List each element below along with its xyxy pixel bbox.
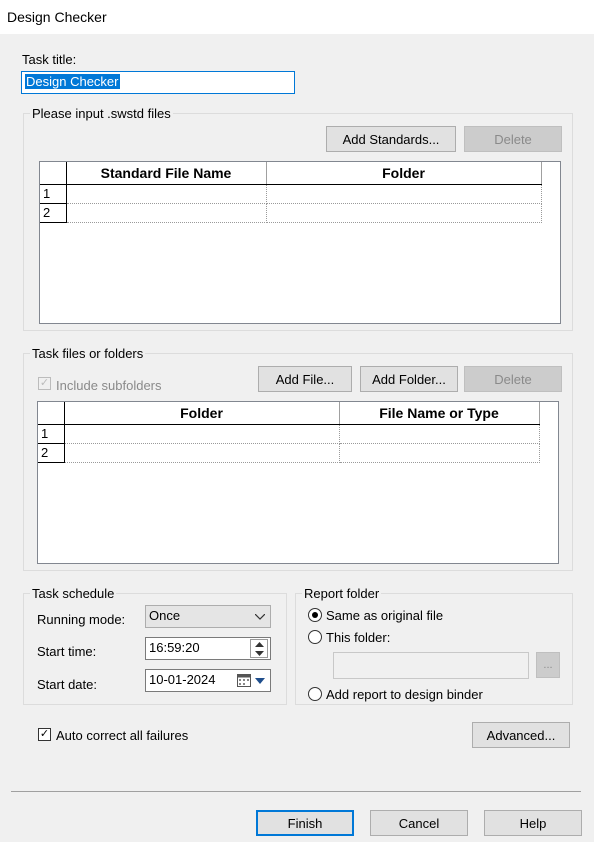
running-mode-select[interactable]: Once xyxy=(145,605,271,628)
standards-group-title: Please input .swstd files xyxy=(30,106,173,121)
help-button[interactable]: Help xyxy=(484,810,582,836)
task-title-value: Design Checker xyxy=(25,74,120,89)
delete-task-files-button[interactable]: Delete xyxy=(464,366,562,392)
cell-file-name[interactable] xyxy=(339,424,540,444)
include-subfolders-checkbox[interactable]: ✓ xyxy=(38,377,51,390)
add-file-button[interactable]: Add File... xyxy=(258,366,352,392)
row-number-header xyxy=(38,402,65,425)
this-folder-radio[interactable] xyxy=(308,630,322,644)
task-files-group-title: Task files or folders xyxy=(30,346,146,361)
cell-file-name[interactable] xyxy=(339,443,540,463)
report-folder-group-title: Report folder xyxy=(302,586,382,601)
column-header-standard-file-name[interactable]: Standard File Name xyxy=(66,162,267,185)
table-row[interactable]: 1 xyxy=(38,424,540,444)
this-folder-label: This folder: xyxy=(326,630,391,645)
row-number: 1 xyxy=(38,424,65,444)
browse-folder-button[interactable]: ... xyxy=(536,652,560,678)
standards-table[interactable]: Standard File Name Folder 1 2 xyxy=(39,161,561,324)
table-row[interactable]: 2 xyxy=(38,443,540,463)
row-number-header xyxy=(40,162,67,185)
table-row[interactable]: 2 xyxy=(40,203,542,223)
running-mode-label: Running mode: xyxy=(37,612,126,627)
column-header-folder[interactable]: Folder xyxy=(64,402,340,425)
spin-up-icon[interactable] xyxy=(255,642,264,647)
add-folder-button[interactable]: Add Folder... xyxy=(360,366,458,392)
start-date-input[interactable]: 10-01-2024 xyxy=(145,669,271,692)
row-number: 2 xyxy=(40,203,67,223)
column-header-folder[interactable]: Folder xyxy=(266,162,542,185)
cell-folder[interactable] xyxy=(266,184,542,204)
footer-divider xyxy=(11,791,581,792)
row-number: 2 xyxy=(38,443,65,463)
start-time-value: 16:59:20 xyxy=(149,640,200,655)
calendar-icon[interactable] xyxy=(237,673,251,687)
table-header: Folder File Name or Type xyxy=(38,402,540,425)
table-header: Standard File Name Folder xyxy=(40,162,542,185)
task-schedule-group-title: Task schedule xyxy=(30,586,117,601)
title-bar: Design Checker xyxy=(0,0,594,34)
cell-folder[interactable] xyxy=(266,203,542,223)
add-standards-button[interactable]: Add Standards... xyxy=(326,126,456,152)
cancel-button[interactable]: Cancel xyxy=(370,810,468,836)
cell-standard-file-name[interactable] xyxy=(66,203,267,223)
report-folder-input[interactable] xyxy=(333,652,529,679)
spin-down-icon[interactable] xyxy=(255,651,264,656)
auto-correct-checkbox[interactable]: ✓ xyxy=(38,728,51,741)
row-number: 1 xyxy=(40,184,67,204)
task-title-input[interactable]: Design Checker xyxy=(21,71,295,94)
advanced-button[interactable]: Advanced... xyxy=(472,722,570,748)
dropdown-arrow-icon[interactable] xyxy=(255,678,265,684)
time-spinner[interactable] xyxy=(250,639,268,658)
start-date-value: 10-01-2024 xyxy=(149,672,216,687)
chevron-down-icon xyxy=(255,614,265,620)
task-title-label: Task title: xyxy=(22,52,77,67)
running-mode-value: Once xyxy=(149,608,181,623)
start-date-label: Start date: xyxy=(37,677,97,692)
same-as-original-label: Same as original file xyxy=(326,608,444,623)
start-time-label: Start time: xyxy=(37,644,97,659)
window-title: Design Checker xyxy=(7,9,107,25)
cell-standard-file-name[interactable] xyxy=(66,184,267,204)
delete-standards-button[interactable]: Delete xyxy=(464,126,562,152)
include-subfolders-label: Include subfolders xyxy=(56,378,162,393)
cell-folder[interactable] xyxy=(64,443,340,463)
add-to-binder-radio[interactable] xyxy=(308,687,322,701)
check-icon: ✓ xyxy=(39,377,50,389)
same-as-original-radio[interactable] xyxy=(308,608,322,622)
add-to-binder-label: Add report to design binder xyxy=(326,687,483,702)
cell-folder[interactable] xyxy=(64,424,340,444)
start-time-input[interactable]: 16:59:20 xyxy=(145,637,271,660)
finish-button[interactable]: Finish xyxy=(256,810,354,836)
column-header-file-name-or-type[interactable]: File Name or Type xyxy=(339,402,540,425)
check-icon: ✓ xyxy=(39,728,50,740)
auto-correct-label: Auto correct all failures xyxy=(56,728,189,743)
task-files-table[interactable]: Folder File Name or Type 1 2 xyxy=(37,401,559,564)
table-row[interactable]: 1 xyxy=(40,184,542,204)
